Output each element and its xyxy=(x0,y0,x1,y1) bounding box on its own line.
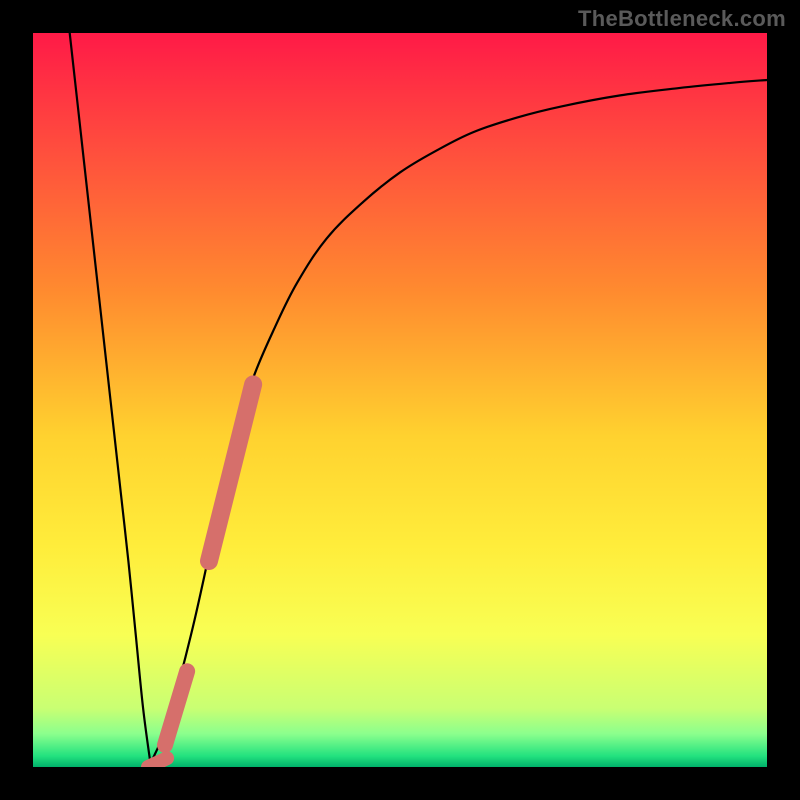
chart-stage: TheBottleneck.com xyxy=(0,0,800,800)
background-gradient xyxy=(33,33,767,767)
plot-area xyxy=(33,33,767,767)
watermark: TheBottleneck.com xyxy=(578,6,786,32)
